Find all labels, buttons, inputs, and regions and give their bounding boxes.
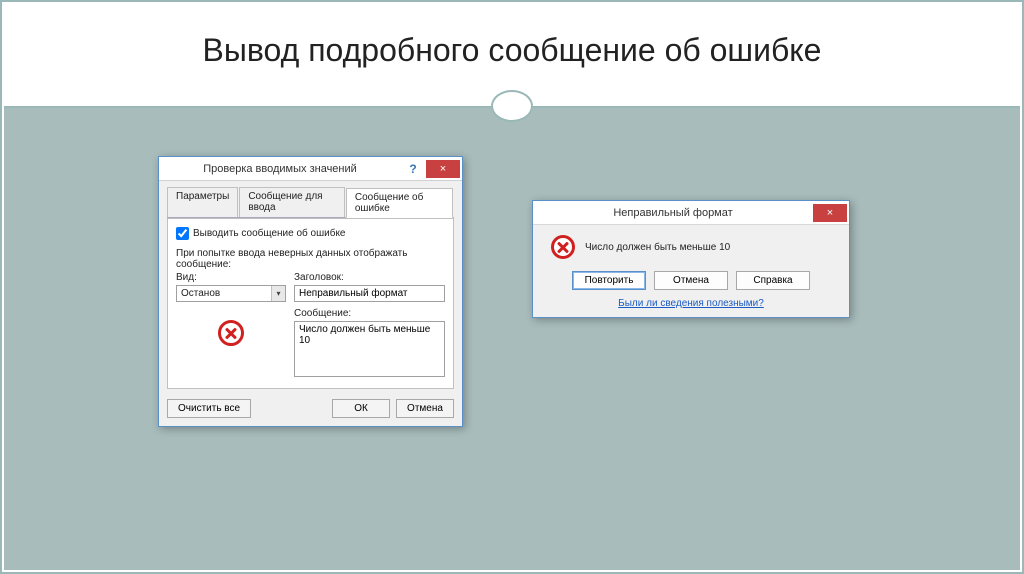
- message-field-label: Сообщение:: [294, 308, 445, 319]
- chevron-down-icon: ▾: [271, 286, 285, 301]
- cancel-button[interactable]: Отмена: [396, 399, 454, 418]
- dialog2-title: Неправильный формат: [533, 207, 813, 219]
- helpful-link[interactable]: Были ли сведения полезными?: [618, 298, 764, 309]
- tab-parameters[interactable]: Параметры: [167, 187, 238, 217]
- message-textarea[interactable]: [294, 321, 445, 377]
- dialog2-body: Число должен быть меньше 10 Повторить От…: [533, 225, 849, 317]
- dialog2-cancel-button[interactable]: Отмена: [654, 271, 728, 290]
- title-input[interactable]: [294, 285, 445, 302]
- type-select[interactable]: Останов ▾: [176, 285, 286, 302]
- tab-input-message[interactable]: Сообщение для ввода: [239, 187, 345, 217]
- data-validation-dialog: Проверка вводимых значений ? × Параметры…: [158, 156, 463, 427]
- error-icon: [218, 320, 244, 346]
- dialog1-titlebar: Проверка вводимых значений ? ×: [159, 157, 462, 181]
- slide-frame: Вывод подробного сообщение об ошибке Про…: [0, 0, 1024, 574]
- error-icon: [551, 235, 575, 259]
- show-error-label: Выводить сообщение об ошибке: [193, 228, 346, 239]
- slide-body: Проверка вводимых значений ? × Параметры…: [4, 106, 1020, 570]
- close-icon: ×: [827, 207, 833, 219]
- help-button[interactable]: Справка: [736, 271, 810, 290]
- dialog2-close-button[interactable]: ×: [813, 204, 847, 222]
- clear-all-button[interactable]: Очистить все: [167, 399, 251, 418]
- type-label: Вид:: [176, 272, 286, 283]
- dialog1-body: Параметры Сообщение для ввода Сообщение …: [159, 181, 462, 426]
- show-error-checkbox[interactable]: [176, 227, 189, 240]
- help-button[interactable]: ?: [401, 160, 425, 178]
- close-button[interactable]: ×: [426, 160, 460, 178]
- type-value: Останов: [177, 286, 271, 301]
- dialog2-titlebar: Неправильный формат ×: [533, 201, 849, 225]
- title-field-label: Заголовок:: [294, 272, 445, 283]
- helpful-link-row: Были ли сведения полезными?: [545, 298, 837, 309]
- tab-strip: Параметры Сообщение для ввода Сообщение …: [167, 187, 454, 218]
- close-icon: ×: [440, 163, 446, 175]
- slide-title: Вывод подробного сообщение об ошибке: [4, 32, 1020, 69]
- dialog1-footer: Очистить все ОК Отмена: [167, 399, 454, 418]
- dialog1-title: Проверка вводимых значений: [159, 163, 401, 175]
- ok-button[interactable]: ОК: [332, 399, 390, 418]
- subheading: При попытке ввода неверных данных отобра…: [176, 248, 445, 270]
- tab-error-message[interactable]: Сообщение об ошибке: [346, 188, 453, 218]
- retry-button[interactable]: Повторить: [572, 271, 646, 290]
- error-message-dialog: Неправильный формат × Число должен быть …: [532, 200, 850, 318]
- ring-ornament: [491, 90, 533, 122]
- error-message-text: Число должен быть меньше 10: [585, 242, 730, 253]
- tab-panel-error: Выводить сообщение об ошибке При попытке…: [167, 218, 454, 389]
